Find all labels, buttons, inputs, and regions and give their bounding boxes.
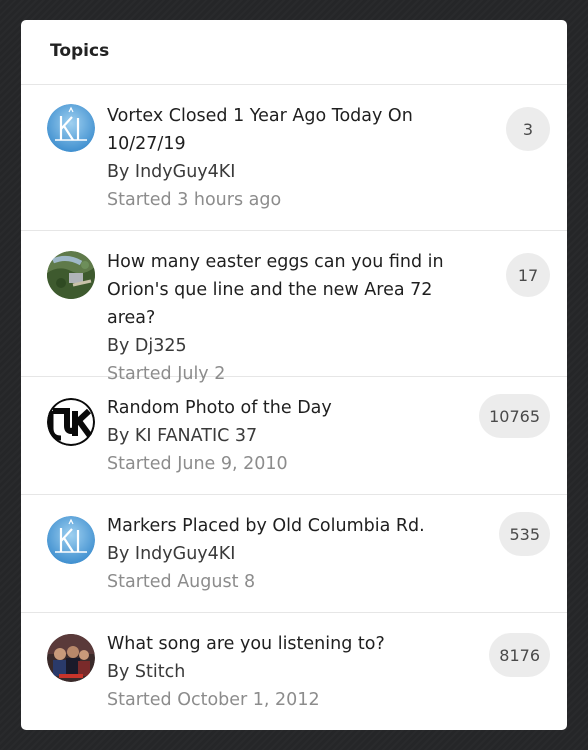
- topic-row[interactable]: Random Photo of the Day By KI FANATIC 37…: [21, 377, 567, 495]
- topic-title[interactable]: Vortex Closed 1 Year Ago Today On 10/27/…: [107, 102, 485, 158]
- ki-logo-avatar[interactable]: [47, 104, 95, 152]
- reply-count-badge[interactable]: 3: [506, 107, 550, 151]
- panel-title: Topics: [50, 40, 110, 61]
- topic-row[interactable]: Vortex Closed 1 Year Ago Today On 10/27/…: [21, 85, 567, 231]
- topic-title[interactable]: How many easter eggs can you find in Ori…: [107, 248, 485, 332]
- topic-row[interactable]: How many easter eggs can you find in Ori…: [21, 231, 567, 384]
- reply-count-badge[interactable]: 535: [499, 512, 550, 556]
- topic-title[interactable]: What song are you listening to?: [107, 630, 485, 658]
- reply-count-badge[interactable]: 17: [506, 253, 550, 297]
- topic-started: Started June 9, 2010: [107, 454, 288, 474]
- topic-author[interactable]: By Stitch: [107, 658, 485, 686]
- topics-panel: Topics Vortex Closed 1 Year Ago Today On…: [21, 20, 567, 730]
- panel-header: Topics: [21, 20, 567, 85]
- topic-author[interactable]: By KI FANATIC 37: [107, 422, 485, 450]
- topic-started: Started October 1, 2012: [107, 690, 320, 710]
- reply-count-badge[interactable]: 8176: [489, 633, 550, 677]
- topic-row[interactable]: What song are you listening to? By Stitc…: [21, 613, 567, 730]
- aerial-park-photo-avatar[interactable]: [47, 251, 95, 299]
- reply-count-badge[interactable]: 10765: [479, 394, 550, 438]
- ki-logo-avatar[interactable]: [47, 516, 95, 564]
- topic-title[interactable]: Markers Placed by Old Columbia Rd.: [107, 512, 485, 540]
- topic-author[interactable]: By Dj325: [107, 332, 485, 360]
- topic-started: Started 3 hours ago: [107, 190, 282, 210]
- topic-title[interactable]: Random Photo of the Day: [107, 394, 485, 422]
- topic-row[interactable]: Markers Placed by Old Columbia Rd. By In…: [21, 495, 567, 613]
- topic-author[interactable]: By IndyGuy4KI: [107, 540, 485, 568]
- group-photo-avatar[interactable]: [47, 634, 95, 682]
- topic-started: Started August 8: [107, 572, 256, 592]
- uk-logo-avatar[interactable]: [47, 398, 95, 446]
- topic-author[interactable]: By IndyGuy4KI: [107, 158, 485, 186]
